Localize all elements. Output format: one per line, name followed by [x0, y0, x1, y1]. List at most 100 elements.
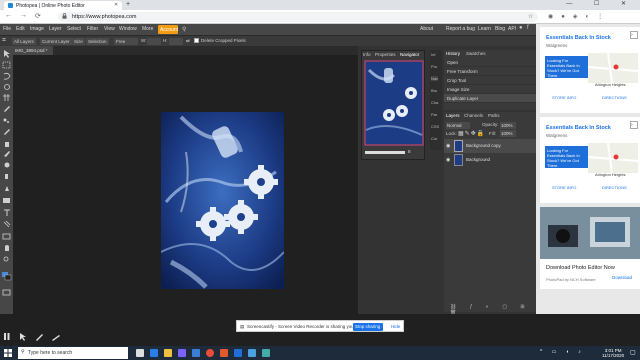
tab-swatches[interactable]: Swatches [466, 51, 486, 56]
task-view-icon[interactable] [136, 349, 144, 357]
side-tab-brush[interactable]: Bru [431, 88, 437, 93]
side-tab-info[interactable]: Inf [431, 52, 435, 57]
store-info-button[interactable]: STORE INFO [552, 95, 576, 100]
bookmark-star-icon[interactable]: ☆ [528, 13, 533, 20]
menu-more[interactable]: More [142, 26, 153, 32]
side-tab-character[interactable]: Cha [431, 100, 438, 105]
tab-channels[interactable]: Channels [464, 113, 483, 118]
layer-row[interactable]: ◉ Background [444, 153, 536, 167]
ad-arrow-icon[interactable]: › [630, 31, 638, 39]
history-item-active[interactable]: Duplicate Layer [444, 94, 536, 103]
menu-edit[interactable]: Edit [16, 26, 25, 32]
ad-card[interactable]: Looking For Essentials Back In Stock? We… [545, 146, 589, 168]
height-input[interactable] [169, 38, 183, 45]
system-tray-icons[interactable]: ^ ▭ ◖ ♪ [540, 349, 585, 355]
tab-paths[interactable]: Paths [488, 113, 500, 118]
history-item[interactable]: Crop Tool [444, 76, 536, 85]
crop-tool-icon[interactable]: ⌗ [2, 37, 6, 45]
tab-properties[interactable]: Properties [375, 52, 396, 57]
eye-icon[interactable]: ◉ [446, 143, 450, 149]
side-tab-corrections[interactable]: Cor [431, 136, 437, 141]
extension-icons[interactable]: ◉●◈◐⋮ [548, 13, 611, 20]
history-item[interactable]: Image Size [444, 85, 536, 94]
fill-input[interactable]: 100% [500, 130, 516, 137]
browser-tab[interactable]: Photopea | Online Photo Editor ✕ [4, 1, 122, 10]
ad-photo-image[interactable] [540, 207, 640, 259]
ad3-download-button[interactable]: Download [612, 275, 632, 280]
option-size[interactable]: Size [72, 38, 85, 45]
tab-history[interactable]: History [446, 51, 460, 56]
side-tab-paragraph[interactable]: Par [431, 112, 437, 117]
delete-cropped-checkbox[interactable] [194, 38, 199, 43]
app-icon[interactable] [262, 349, 270, 357]
powerpoint-icon[interactable] [220, 349, 228, 357]
forward-icon[interactable]: → [20, 12, 27, 19]
menu-filter[interactable]: Filter [87, 26, 98, 32]
file-explorer-icon[interactable] [164, 349, 172, 357]
mail-icon[interactable] [192, 349, 200, 357]
menu-window[interactable]: Window [119, 26, 137, 32]
edge-icon[interactable] [150, 349, 158, 357]
opacity-input[interactable]: 100% [500, 122, 516, 129]
layer-row[interactable]: ◉ Background copy [444, 139, 536, 153]
chrome-icon[interactable] [206, 349, 214, 357]
menu-image[interactable]: Image [30, 26, 44, 32]
url-field[interactable]: https://www.photopea.com [58, 12, 538, 22]
tool-icons[interactable] [0, 46, 13, 314]
document-tab[interactable]: IMG_3894.psd * [13, 46, 53, 55]
lock-options-icons[interactable]: ▦✎✥🔒 [458, 130, 485, 137]
layer-actions-bar[interactable]: ⛓ ƒ ◐ ▢ ⊞ 🗑 [444, 304, 536, 316]
eye-icon[interactable]: ◉ [446, 157, 450, 163]
ad-arrow-icon[interactable]: › [630, 121, 638, 129]
link-api[interactable]: API [508, 26, 516, 32]
ad-title[interactable]: Essentials Back In Stock [546, 125, 611, 131]
side-tab-navigator[interactable]: Nav [431, 76, 439, 81]
history-item[interactable]: Free Transform [444, 67, 536, 76]
side-tab-css[interactable]: CSS [431, 124, 439, 129]
option-current-layer[interactable]: Current Layer [40, 38, 72, 45]
reload-icon[interactable]: ⟳ [35, 12, 41, 20]
tab-navigator[interactable]: Navigator [400, 52, 419, 57]
windows-start-icon[interactable] [4, 349, 12, 357]
history-item[interactable]: Open [444, 58, 536, 67]
taskbar-search[interactable]: ⚲ Type here to search [18, 347, 128, 359]
facebook-icon[interactable]: f [527, 25, 529, 31]
menu-layer[interactable]: Layer [49, 26, 62, 32]
tab-close-icon[interactable]: ✕ [114, 2, 118, 8]
window-controls[interactable]: — ☐ ✕ [566, 0, 636, 7]
blend-mode-select[interactable]: Normal [446, 122, 470, 129]
option-ratio-select[interactable]: Free [114, 38, 138, 45]
word-icon[interactable] [234, 349, 242, 357]
link-blog[interactable]: Blog [495, 26, 505, 32]
navigator-thumbnail[interactable] [364, 60, 424, 146]
ad-title[interactable]: Essentials Back In Stock [546, 35, 611, 41]
ad-card[interactable]: Looking For Essentials Back In Stock? We… [545, 56, 589, 78]
swap-icon[interactable]: ⇄ [186, 38, 190, 44]
reddit-icon[interactable]: ● [519, 25, 523, 31]
taskbar-clock[interactable]: 3:01 PM 11/17/2020 [602, 348, 624, 358]
ad-walgreens-1[interactable]: Essentials Back In Stock Walgreens › Loo… [540, 27, 640, 113]
ad-walgreens-2[interactable]: Essentials Back In Stock Walgreens › Loo… [540, 117, 640, 203]
zoom-value[interactable]: 8 [408, 149, 411, 154]
link-about[interactable]: About [420, 26, 433, 32]
menu-view[interactable]: View [104, 26, 115, 32]
option-selection[interactable]: Selection [86, 38, 109, 45]
tab-layers[interactable]: Layers [446, 113, 460, 118]
account-button[interactable]: Account [158, 25, 178, 34]
new-tab-button[interactable]: + [126, 1, 130, 8]
directions-button[interactable]: DIRECTIONS [602, 185, 627, 190]
side-tab-properties[interactable]: Pro [431, 64, 437, 69]
option-all-layers[interactable]: All Layers [12, 38, 36, 45]
store-info-button[interactable]: STORE INFO [552, 185, 576, 190]
canvas-workspace[interactable] [13, 55, 358, 314]
directions-button[interactable]: DIRECTIONS [602, 95, 627, 100]
search-icon[interactable]: ⚲ [182, 26, 186, 33]
menu-select[interactable]: Select [67, 26, 81, 32]
recorder-controls[interactable] [4, 332, 74, 342]
width-input[interactable] [147, 38, 161, 45]
app-icon[interactable] [248, 349, 256, 357]
notifications-icon[interactable]: ▢ [630, 349, 636, 356]
ad3-title[interactable]: Download Photo Editor Now [546, 265, 615, 271]
ad-map[interactable] [587, 52, 639, 84]
link-report-bug[interactable]: Report a bug [446, 26, 475, 32]
